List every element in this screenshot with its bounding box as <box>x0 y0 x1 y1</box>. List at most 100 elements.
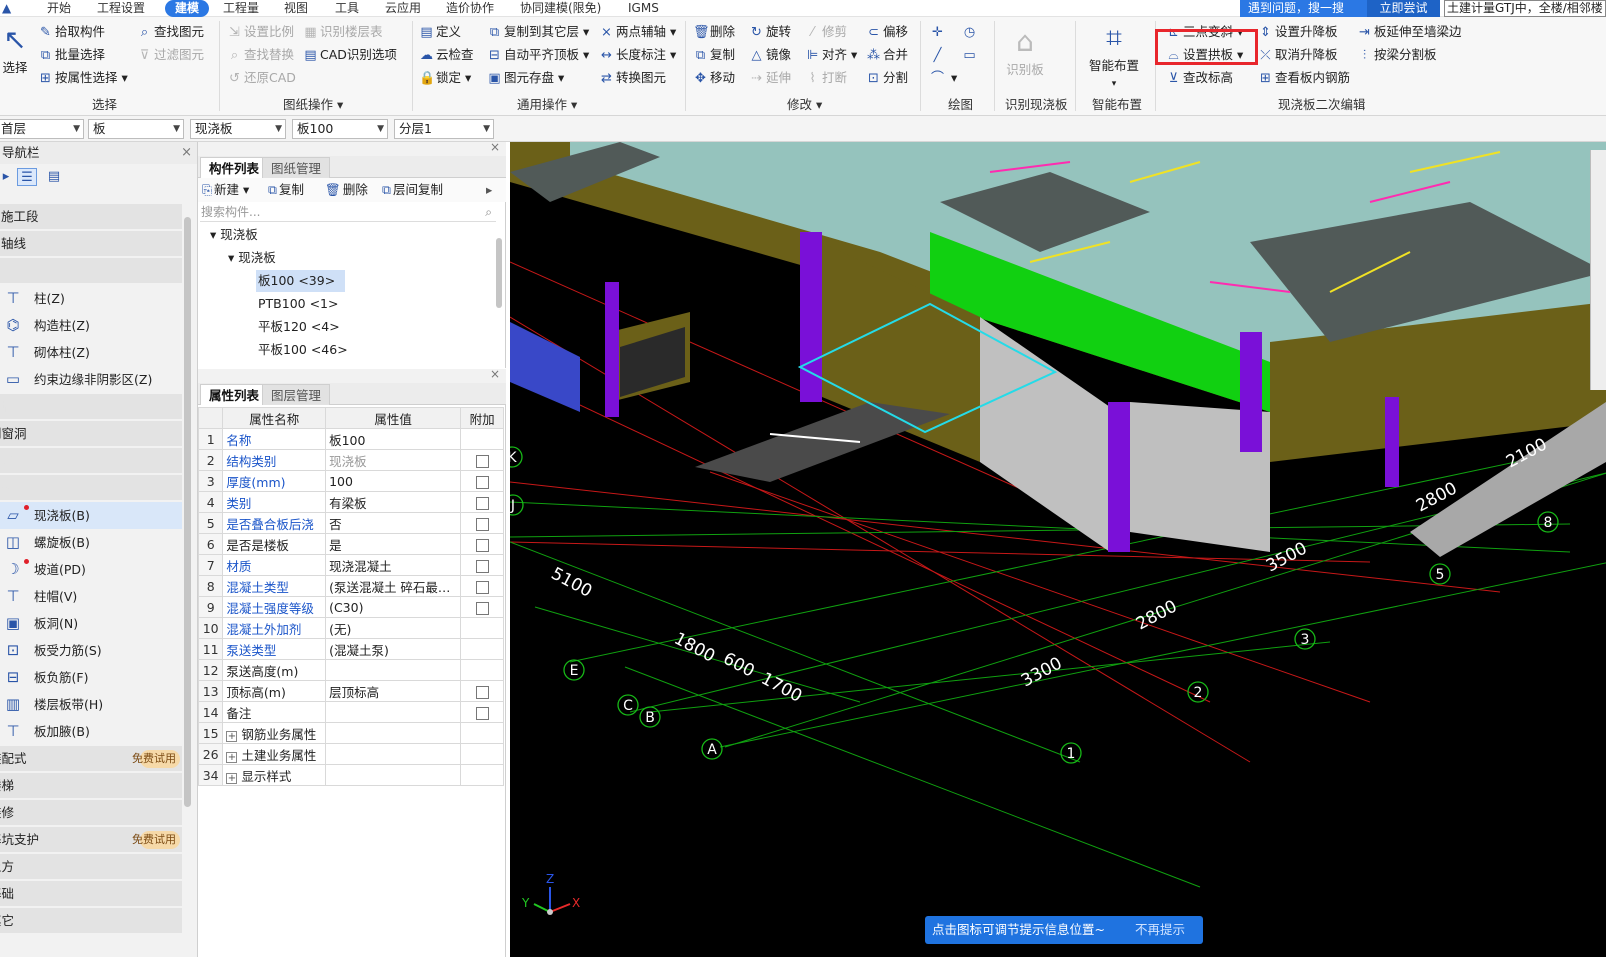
extra-checkbox[interactable] <box>475 685 489 699</box>
tree-node-cast-slab-root[interactable]: ▾ 现浇板 <box>210 224 258 246</box>
table-row[interactable]: 9 混凝土强度等级 (C30) <box>197 596 504 618</box>
expand-icon[interactable]: + <box>226 751 238 763</box>
category-select[interactable]: 板 ▼ <box>88 119 184 139</box>
tree-item-slab100[interactable]: 板100 <39> <box>256 270 346 292</box>
nav-category-column[interactable]: 柱 <box>0 258 182 284</box>
tab-component-list[interactable]: 构件列表 <box>200 157 269 178</box>
check-elevation-button[interactable]: ⊻ 查改标高 <box>1166 68 1233 88</box>
dismiss-tip-button[interactable]: 不再提示 <box>1135 916 1185 944</box>
auto-align-slab-button[interactable]: ⊟ 自动平齐顶板 ▾ <box>487 45 589 65</box>
nav-category-construction-section[interactable]: 施工段 <box>0 204 182 230</box>
copy-component-button[interactable]: ⧉ 复制 <box>268 180 304 200</box>
extra-checkbox[interactable] <box>475 580 489 594</box>
expand-icon[interactable]: + <box>226 730 238 742</box>
nav-category-pit-support[interactable]: 基坑支护 免费试用 <box>0 827 182 853</box>
extra-checkbox[interactable] <box>475 538 489 552</box>
menu-tab-tools[interactable]: 工具 <box>335 0 359 17</box>
property-value[interactable]: 层顶标高 <box>325 680 462 702</box>
property-value[interactable]: (无) <box>325 617 462 639</box>
property-value[interactable]: 否 <box>325 512 462 534</box>
copy-button[interactable]: ⧉ 复制 <box>693 45 735 65</box>
3d-viewport[interactable]: 5100 1800 600 1700 3300 2800 3500 2800 2… <box>510 142 1606 957</box>
move-button[interactable]: ✥ 移动 <box>693 68 735 88</box>
delete-component-button[interactable]: 🗑 删除 <box>325 180 368 200</box>
nav-category-other[interactable]: 其它 <box>0 908 182 934</box>
property-value[interactable] <box>325 764 462 786</box>
layer-select[interactable]: 分层1 ▼ <box>394 119 494 139</box>
search-input[interactable]: 搜索构件... ⌕ <box>200 202 496 222</box>
table-row[interactable]: 8 混凝土类型 (泵送混凝土 碎石最大... <box>197 575 504 597</box>
table-row[interactable]: 3 厚度(mm) 100 <box>197 470 504 492</box>
define-button[interactable]: ▤ 定义 <box>419 22 461 42</box>
cloud-check-button[interactable]: ☁ 云检查 <box>419 45 474 65</box>
cancel-raise-lower-button[interactable]: ⤫ 取消升降板 <box>1258 45 1337 65</box>
tree-item-flat100[interactable]: 平板100 <46> <box>258 339 348 361</box>
delete-button[interactable]: 🗑删除 <box>693 22 735 42</box>
draw-line-button[interactable]: ╱ <box>930 45 947 65</box>
nav-item-spiral-slab[interactable]: ◫ 螺旋板(B) <box>0 529 182 556</box>
recognize-floor-table-button[interactable]: ▦ 识别楼层表 <box>303 22 382 42</box>
property-value[interactable]: (泵送混凝土 碎石最大... <box>325 575 462 597</box>
menu-tab-cost-collab[interactable]: 造价协作 <box>446 0 494 17</box>
property-value[interactable]: 是 <box>325 533 462 555</box>
nav-category-decoration[interactable]: 装修 <box>0 800 182 826</box>
arrow-icon[interactable]: ▸ <box>0 168 16 186</box>
property-value[interactable] <box>325 743 462 765</box>
nav-scrollbar[interactable] <box>184 217 191 807</box>
pick-component-button[interactable]: ✎ 拾取构件 <box>38 22 105 42</box>
nav-item-constraint-edge[interactable]: ▭ 约束边缘非阴影区(Z) <box>0 366 182 393</box>
nav-item-ramp[interactable]: ☽ 坡道(PD) <box>0 556 182 583</box>
nav-item-column-cap[interactable]: ⊤ 柱帽(V) <box>0 583 182 610</box>
nav-item-floor-strip[interactable]: ▥ 楼层板带(H) <box>0 691 182 718</box>
close-icon[interactable]: × <box>181 142 192 164</box>
nav-category-prefab[interactable]: 装配式 免费试用 <box>0 746 182 772</box>
nav-category-stairs[interactable]: 楼梯 <box>0 773 182 799</box>
rotate-button[interactable]: ↻ 旋转 <box>749 22 791 42</box>
nav-category-earthwork[interactable]: 土方 <box>0 854 182 880</box>
table-row[interactable]: 12 泵送高度(m) <box>197 659 504 681</box>
element-save-button[interactable]: ▣ 图元存盘 ▾ <box>487 68 564 88</box>
nav-item-column[interactable]: ⊤ 柱(Z) <box>0 285 182 312</box>
lock-button[interactable]: 🔒锁定 ▾ <box>419 68 471 88</box>
set-raise-lower-button[interactable]: ⇕ 设置升降板 <box>1258 22 1337 42</box>
property-value[interactable]: 现浇板 <box>325 449 462 471</box>
table-row[interactable]: 11 泵送类型 (混凝土泵) <box>197 638 504 660</box>
extra-checkbox[interactable] <box>475 496 489 510</box>
property-value[interactable]: 有梁板 <box>325 491 462 513</box>
table-row[interactable]: 6 是否是楼板是 <box>197 533 504 555</box>
property-value[interactable]: 板100 <box>325 428 462 450</box>
draw-point-button[interactable]: ✛ <box>930 22 947 42</box>
nav-category-wall[interactable]: 墙 <box>0 394 182 420</box>
table-row[interactable]: 13 顶标高(m) 层顶标高 <box>197 680 504 702</box>
menu-tab-start[interactable]: 开始 <box>47 0 71 17</box>
two-point-axis-button[interactable]: ⨯ 两点辅轴 ▾ <box>599 22 676 42</box>
tree-node-cast-slab[interactable]: ▾ 现浇板 <box>228 247 276 269</box>
nav-item-slab-rebar[interactable]: ⊡ 板受力筋(S) <box>0 637 182 664</box>
table-row[interactable]: 7 材质 现浇混凝土 <box>197 554 504 576</box>
table-row[interactable]: 5 是否叠合板后浇否 <box>197 512 504 534</box>
tab-property-list[interactable]: 属性列表 <box>200 384 269 405</box>
nav-category-slab[interactable]: 板 <box>0 475 182 501</box>
restore-cad-button[interactable]: ↺ 还原CAD <box>227 68 296 88</box>
property-value[interactable]: 100 <box>325 470 462 492</box>
filter-element-button[interactable]: ⊽ 过滤图元 <box>137 45 204 65</box>
table-row[interactable]: 34 + 显示样式 <box>197 764 504 786</box>
menu-tab-view[interactable]: 视图 <box>284 0 308 17</box>
list-view-icon[interactable]: ☰ <box>17 168 37 186</box>
detail-view-icon[interactable]: ▤ <box>44 168 64 186</box>
nav-item-slab-haunch[interactable]: ⊤ 板加腋(B) <box>0 718 182 745</box>
break-button[interactable]: ⌇ 打断 <box>805 68 847 88</box>
property-value[interactable] <box>325 659 462 681</box>
extra-checkbox[interactable] <box>475 706 489 720</box>
extra-checkbox[interactable] <box>475 454 489 468</box>
batch-select-button[interactable]: ⧉ 批量选择 <box>38 45 105 65</box>
split-button[interactable]: ⊡ 分割 <box>866 68 908 88</box>
help-question-text[interactable]: 遇到问题，搜一搜 <box>1248 0 1344 17</box>
smart-layout-button[interactable]: ⌗ 智能布置 ▾ <box>1083 21 1145 89</box>
copy-to-other-floor-button[interactable]: ⧉ 复制到其它层 ▾ <box>487 22 589 42</box>
recognize-slab-button[interactable]: ⌂ 识别板 <box>996 25 1054 78</box>
menu-tab-quantity[interactable]: 工程量 <box>223 0 259 17</box>
table-row[interactable]: 2 结构类别 现浇板 <box>197 449 504 471</box>
more-icon[interactable]: ▸ <box>486 180 492 200</box>
table-row[interactable]: 15 + 钢筋业务属性 <box>197 722 504 744</box>
